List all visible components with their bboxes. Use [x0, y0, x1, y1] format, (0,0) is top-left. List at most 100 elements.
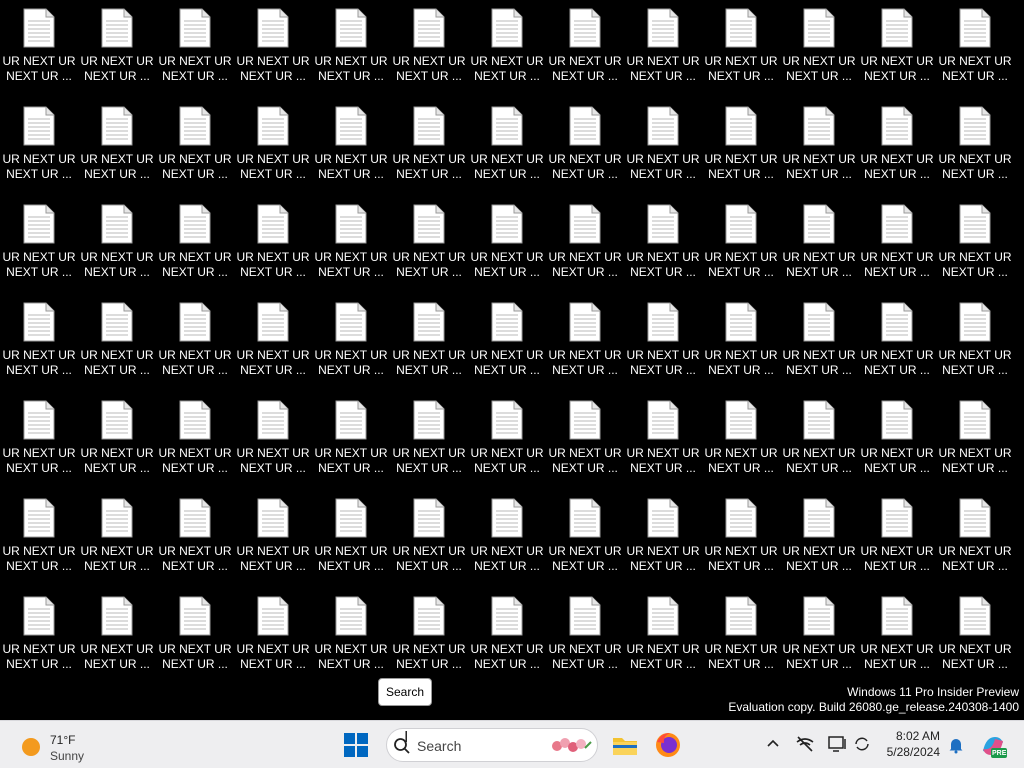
desktop-file-icon[interactable]: UR NEXT UR NEXT UR ... [780, 196, 858, 292]
desktop-file-icon[interactable]: UR NEXT UR NEXT UR ... [156, 294, 234, 390]
desktop-file-icon[interactable]: UR NEXT UR NEXT UR ... [0, 392, 78, 488]
desktop-file-icon[interactable]: UR NEXT UR NEXT UR ... [312, 0, 390, 96]
desktop-file-icon[interactable]: UR NEXT UR NEXT UR ... [78, 0, 156, 96]
desktop-file-icon[interactable]: UR NEXT UR NEXT UR ... [546, 196, 624, 292]
desktop-file-icon[interactable]: UR NEXT UR NEXT UR ... [858, 490, 936, 586]
desktop-file-icon[interactable]: UR NEXT UR NEXT UR ... [858, 196, 936, 292]
desktop-file-icon[interactable]: UR NEXT UR NEXT UR ... [858, 588, 936, 684]
desktop-file-icon[interactable]: UR NEXT UR NEXT UR ... [156, 588, 234, 684]
desktop-file-icon[interactable]: UR NEXT UR NEXT UR ... [78, 392, 156, 488]
desktop-file-icon[interactable]: UR NEXT UR NEXT UR ... [78, 490, 156, 586]
desktop-file-icon[interactable]: UR NEXT UR NEXT UR ... [780, 490, 858, 586]
desktop-file-icon[interactable]: UR NEXT UR NEXT UR ... [312, 98, 390, 194]
sync-icon[interactable] [853, 735, 871, 753]
desktop-file-icon[interactable]: UR NEXT UR NEXT UR ... [858, 0, 936, 96]
desktop-file-icon[interactable]: UR NEXT UR NEXT UR ... [234, 588, 312, 684]
copilot-button[interactable]: PRE [978, 731, 1008, 761]
desktop-file-icon[interactable]: UR NEXT UR NEXT UR ... [936, 294, 1014, 390]
desktop-file-icon[interactable]: UR NEXT UR NEXT UR ... [780, 98, 858, 194]
desktop-file-icon[interactable]: UR NEXT UR NEXT UR ... [546, 0, 624, 96]
desktop-file-icon[interactable]: UR NEXT UR NEXT UR ... [780, 294, 858, 390]
desktop-file-icon[interactable]: UR NEXT UR NEXT UR ... [624, 588, 702, 684]
desktop-file-icon[interactable]: UR NEXT UR NEXT UR ... [0, 0, 78, 96]
taskbar-search-box[interactable]: Search [386, 728, 598, 762]
desktop-file-icon[interactable]: UR NEXT UR NEXT UR ... [858, 392, 936, 488]
desktop-file-icon[interactable]: UR NEXT UR NEXT UR ... [702, 196, 780, 292]
desktop-file-icon[interactable]: UR NEXT UR NEXT UR ... [390, 98, 468, 194]
desktop-file-icon[interactable]: UR NEXT UR NEXT UR ... [156, 98, 234, 194]
desktop-file-icon[interactable]: UR NEXT UR NEXT UR ... [390, 294, 468, 390]
desktop-file-icon[interactable]: UR NEXT UR NEXT UR ... [78, 98, 156, 194]
desktop-file-icon[interactable]: UR NEXT UR NEXT UR ... [156, 196, 234, 292]
desktop-file-icon[interactable]: UR NEXT UR NEXT UR ... [78, 196, 156, 292]
desktop-file-icon[interactable]: UR NEXT UR NEXT UR ... [468, 588, 546, 684]
desktop-file-icon[interactable]: UR NEXT UR NEXT UR ... [936, 98, 1014, 194]
desktop-file-icon[interactable]: UR NEXT UR NEXT UR ... [546, 490, 624, 586]
desktop-file-icon[interactable]: UR NEXT UR NEXT UR ... [858, 98, 936, 194]
desktop-file-icon[interactable]: UR NEXT UR NEXT UR ... [702, 490, 780, 586]
desktop-file-icon[interactable]: UR NEXT UR NEXT UR ... [936, 490, 1014, 586]
desktop-file-icon[interactable]: UR NEXT UR NEXT UR ... [468, 490, 546, 586]
display-icon[interactable] [827, 735, 847, 753]
taskbar-clock[interactable]: 8:02 AM 5/28/2024 [880, 728, 940, 760]
desktop-file-icon[interactable]: UR NEXT UR NEXT UR ... [234, 196, 312, 292]
desktop-file-icon[interactable]: UR NEXT UR NEXT UR ... [546, 588, 624, 684]
start-button[interactable] [340, 729, 372, 761]
desktop-file-icon[interactable]: UR NEXT UR NEXT UR ... [0, 294, 78, 390]
weather-widget[interactable]: 71°F Sunny [16, 725, 106, 765]
desktop-file-icon[interactable]: UR NEXT UR NEXT UR ... [390, 588, 468, 684]
desktop-file-icon[interactable]: UR NEXT UR NEXT UR ... [468, 98, 546, 194]
desktop-file-icon[interactable]: UR NEXT UR NEXT UR ... [156, 392, 234, 488]
desktop-file-icon[interactable]: UR NEXT UR NEXT UR ... [312, 196, 390, 292]
bell-icon[interactable] [948, 736, 964, 754]
taskbar-app-file-explorer[interactable] [609, 729, 641, 761]
desktop-file-icon[interactable]: UR NEXT UR NEXT UR ... [312, 588, 390, 684]
desktop-file-icon[interactable]: UR NEXT UR NEXT UR ... [468, 392, 546, 488]
desktop-file-icon[interactable]: UR NEXT UR NEXT UR ... [234, 0, 312, 96]
desktop-file-icon[interactable]: UR NEXT UR NEXT UR ... [702, 294, 780, 390]
desktop-file-icon[interactable]: UR NEXT UR NEXT UR ... [702, 0, 780, 96]
desktop-file-icon[interactable]: UR NEXT UR NEXT UR ... [780, 588, 858, 684]
desktop-file-icon[interactable]: UR NEXT UR NEXT UR ... [390, 392, 468, 488]
taskbar-app-firefox[interactable] [652, 729, 684, 761]
desktop-file-icon[interactable]: UR NEXT UR NEXT UR ... [234, 490, 312, 586]
desktop-file-icon[interactable]: UR NEXT UR NEXT UR ... [0, 588, 78, 684]
desktop-file-icon[interactable]: UR NEXT UR NEXT UR ... [468, 294, 546, 390]
desktop-file-icon[interactable]: UR NEXT UR NEXT UR ... [468, 196, 546, 292]
desktop-file-icon[interactable]: UR NEXT UR NEXT UR ... [390, 0, 468, 96]
desktop-file-icon[interactable]: UR NEXT UR NEXT UR ... [936, 196, 1014, 292]
chevron-up-icon[interactable] [765, 735, 781, 751]
desktop-file-icon[interactable]: UR NEXT UR NEXT UR ... [156, 0, 234, 96]
desktop-file-icon[interactable]: UR NEXT UR NEXT UR ... [0, 196, 78, 292]
desktop-file-icon[interactable]: UR NEXT UR NEXT UR ... [390, 196, 468, 292]
desktop-file-icon[interactable]: UR NEXT UR NEXT UR ... [702, 392, 780, 488]
desktop-file-icon[interactable]: UR NEXT UR NEXT UR ... [780, 0, 858, 96]
desktop-file-icon[interactable]: UR NEXT UR NEXT UR ... [78, 588, 156, 684]
desktop-file-icon[interactable]: UR NEXT UR NEXT UR ... [234, 98, 312, 194]
desktop-file-icon[interactable]: UR NEXT UR NEXT UR ... [390, 490, 468, 586]
desktop-file-icon[interactable]: UR NEXT UR NEXT UR ... [468, 0, 546, 96]
desktop-file-icon[interactable]: UR NEXT UR NEXT UR ... [234, 392, 312, 488]
desktop-file-icon[interactable]: UR NEXT UR NEXT UR ... [936, 588, 1014, 684]
desktop-file-icon[interactable]: UR NEXT UR NEXT UR ... [624, 490, 702, 586]
desktop-file-icon[interactable]: UR NEXT UR NEXT UR ... [936, 0, 1014, 96]
desktop-file-icon[interactable]: UR NEXT UR NEXT UR ... [624, 0, 702, 96]
desktop-file-icon[interactable]: UR NEXT UR NEXT UR ... [312, 392, 390, 488]
desktop-file-icon[interactable]: UR NEXT UR NEXT UR ... [546, 98, 624, 194]
desktop-file-icon[interactable]: UR NEXT UR NEXT UR ... [702, 588, 780, 684]
desktop-file-icon[interactable]: UR NEXT UR NEXT UR ... [156, 490, 234, 586]
desktop-file-icon[interactable]: UR NEXT UR NEXT UR ... [312, 490, 390, 586]
desktop-file-icon[interactable]: UR NEXT UR NEXT UR ... [702, 98, 780, 194]
desktop-file-icon[interactable]: UR NEXT UR NEXT UR ... [78, 294, 156, 390]
desktop-file-icon[interactable]: UR NEXT UR NEXT UR ... [624, 392, 702, 488]
desktop-file-icon[interactable]: UR NEXT UR NEXT UR ... [780, 392, 858, 488]
desktop-file-icon[interactable]: UR NEXT UR NEXT UR ... [936, 392, 1014, 488]
desktop-file-icon[interactable]: UR NEXT UR NEXT UR ... [312, 294, 390, 390]
desktop-file-icon[interactable]: UR NEXT UR NEXT UR ... [624, 98, 702, 194]
desktop-file-icon[interactable]: UR NEXT UR NEXT UR ... [0, 490, 78, 586]
desktop-file-icon[interactable]: UR NEXT UR NEXT UR ... [546, 294, 624, 390]
desktop-file-icon[interactable]: UR NEXT UR NEXT UR ... [624, 294, 702, 390]
desktop-file-icon[interactable]: UR NEXT UR NEXT UR ... [624, 196, 702, 292]
desktop-file-icon[interactable]: UR NEXT UR NEXT UR ... [858, 294, 936, 390]
desktop-file-icon[interactable]: UR NEXT UR NEXT UR ... [234, 294, 312, 390]
